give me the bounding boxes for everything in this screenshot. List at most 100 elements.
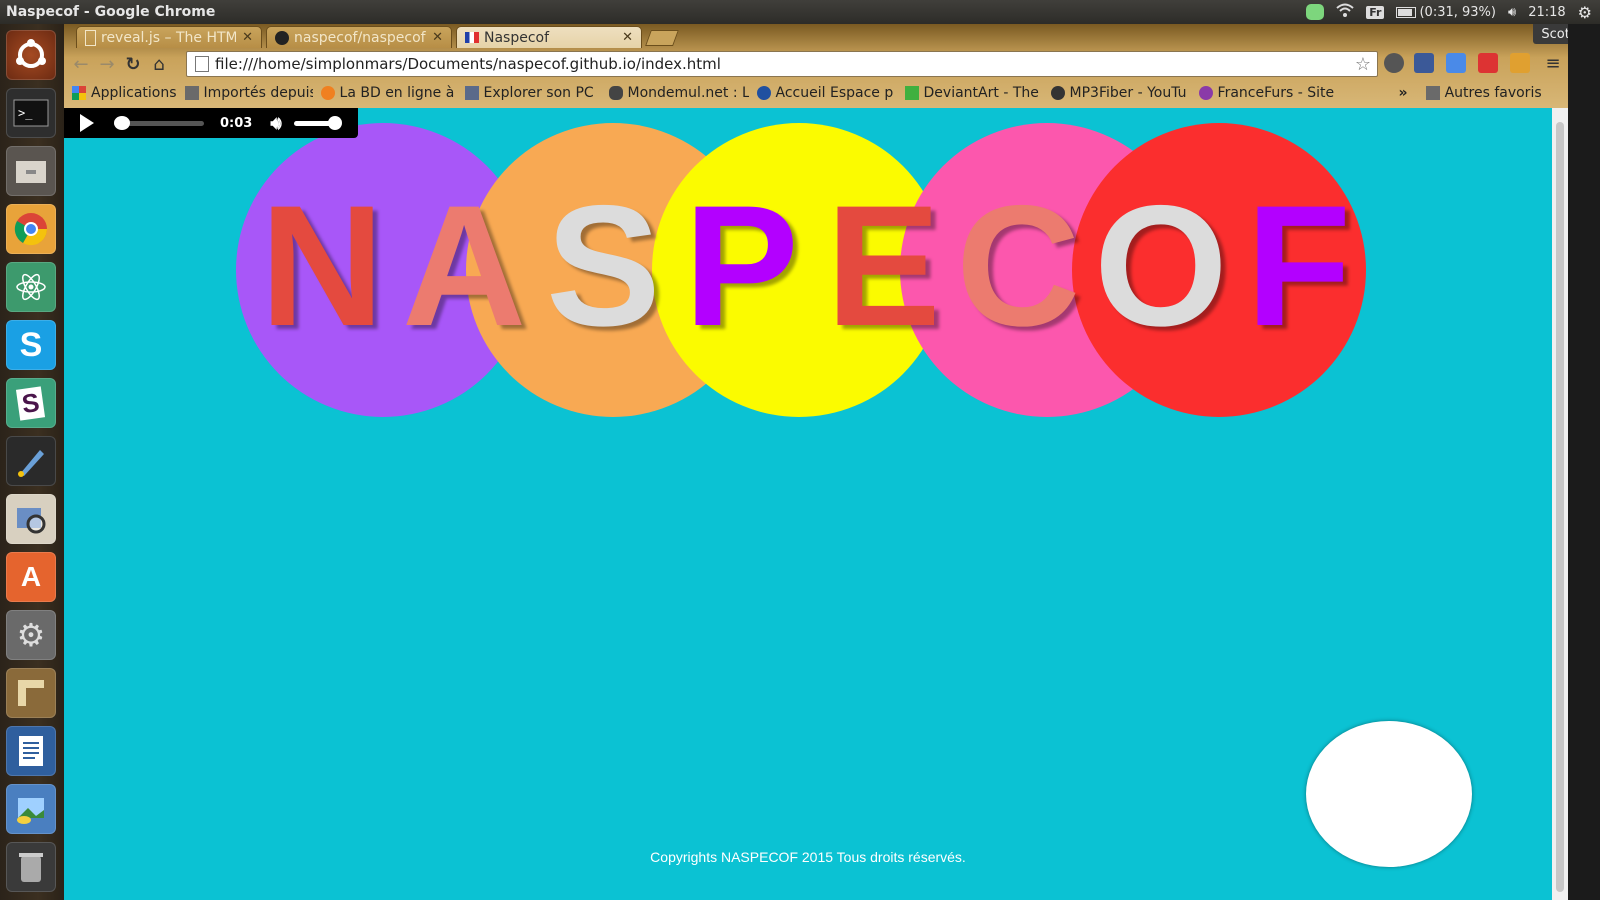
folder-icon [1425, 86, 1440, 100]
inkscape-icon[interactable] [6, 436, 56, 486]
system-settings-icon[interactable]: ⚙ [6, 610, 56, 660]
terminal-icon[interactable]: >_ [6, 88, 56, 138]
battery-icon [1396, 6, 1417, 18]
reload-icon[interactable]: ↻ [120, 51, 146, 77]
bookmark-mp3fiber[interactable]: MP3Fiber - YouTu [1050, 85, 1191, 101]
volume-icon[interactable]: 🔊︎ [270, 113, 281, 134]
tab-strip: reveal.js – The HTML ✕ naspecof/naspecof… [64, 24, 1600, 48]
gamepad-icon [608, 86, 623, 100]
ubuntu-dash-icon[interactable] [6, 30, 56, 80]
window-title: Naspecof - Google Chrome [6, 4, 216, 20]
image-viewer-icon[interactable] [6, 494, 56, 544]
browser-toolbar: ← → ↻ ⌂ file:///home/simplonmars/Documen… [64, 48, 1600, 80]
unity-launcher: >_ S S A ⚙ [0, 24, 64, 900]
extension-facebook-icon[interactable] [1414, 53, 1434, 73]
skype-icon[interactable]: S [6, 320, 56, 370]
image-editor-icon[interactable] [6, 784, 56, 834]
bookmark-francefurs[interactable]: FranceFurs - Site [1198, 85, 1339, 101]
bookmark-deviantart[interactable]: DeviantArt - The [904, 85, 1043, 101]
bookmark-label: Applications [91, 85, 177, 101]
volume-handle[interactable] [327, 115, 342, 130]
keyboard-layout-indicator[interactable]: Fr [1366, 5, 1385, 19]
clock[interactable]: 21:18 [1528, 5, 1565, 20]
bookmark-label: La BD en ligne à [339, 85, 455, 101]
chat-status-icon[interactable] [1306, 4, 1325, 20]
tab-label: Naspecof [484, 29, 550, 46]
battery-status: (0:31, 93%) [1419, 4, 1496, 20]
battery-indicator[interactable]: (0:31, 93%) [1396, 5, 1496, 20]
floating-white-bubble[interactable] [1306, 721, 1472, 867]
github-icon [275, 30, 289, 45]
close-tab-icon[interactable]: ✕ [432, 30, 443, 45]
trash-icon[interactable] [6, 842, 56, 892]
home-icon[interactable]: ⌂ [146, 51, 172, 77]
bd-site-icon [320, 86, 335, 100]
bookmark-accueil-espace[interactable]: Accueil Espace p [756, 85, 897, 101]
bookmark-folder-imported[interactable]: Importés depuis [184, 85, 313, 101]
logo-letter: F [1246, 170, 1352, 362]
logo-letter: C [956, 170, 1081, 362]
bookmark-label: Explorer son PC [483, 85, 594, 101]
presentation-app-icon[interactable] [6, 668, 56, 718]
files-icon[interactable] [6, 146, 56, 196]
atom-editor-icon[interactable] [6, 262, 56, 312]
bookmark-label: Accueil Espace p [775, 85, 894, 101]
new-tab-button[interactable] [645, 30, 679, 46]
document-icon [85, 29, 96, 46]
svg-text:>_: >_ [18, 106, 33, 120]
system-gear-icon[interactable]: ⚙ [1578, 3, 1592, 22]
volume-icon[interactable]: 🔊︎ [1508, 5, 1516, 20]
extension-gmail-icon[interactable] [1478, 53, 1498, 73]
logo-letter: S [546, 170, 661, 362]
address-bar[interactable]: file:///home/simplonmars/Documents/naspe… [186, 51, 1378, 77]
apps-grid-icon [72, 86, 86, 100]
play-icon[interactable] [80, 114, 94, 132]
scrollbar-thumb[interactable] [1556, 122, 1564, 892]
forward-arrow-icon[interactable]: → [94, 51, 120, 77]
page-scrollbar[interactable] [1552, 108, 1568, 900]
software-center-icon[interactable]: A [6, 552, 56, 602]
bookmark-folder-other[interactable]: Autres favoris [1425, 85, 1542, 101]
system-top-panel: Naspecof - Google Chrome Fr (0:31, 93%) … [0, 0, 1600, 24]
footer-copyright: Copyrights NASPECOF 2015 Tous droits rés… [650, 849, 966, 865]
slack-icon[interactable]: S [6, 378, 56, 428]
bookmark-label: Autres favoris [1444, 85, 1542, 101]
player-time: 0:03 [220, 115, 253, 131]
tab-label: naspecof/naspecof [294, 29, 426, 46]
tab-revealjs[interactable]: reveal.js – The HTML ✕ [76, 26, 262, 48]
back-arrow-icon[interactable]: ← [68, 51, 94, 77]
writer-document-icon[interactable] [6, 726, 56, 776]
bookmark-explorer-pc[interactable]: Explorer son PC [464, 85, 601, 101]
menu-icon[interactable]: ≡ [1540, 50, 1566, 76]
extension-ghostery-icon[interactable] [1384, 53, 1404, 73]
chrome-icon[interactable] [6, 204, 56, 254]
logo-letter: O [1094, 170, 1228, 362]
logo-letter: E [826, 170, 941, 362]
seek-slider[interactable] [114, 115, 204, 130]
tab-github-naspecof[interactable]: naspecof/naspecof ✕ [266, 26, 452, 48]
tab-naspecof[interactable]: Naspecof ✕ [456, 26, 642, 48]
bookmark-label: FranceFurs - Site [1217, 85, 1335, 101]
close-tab-icon[interactable]: ✕ [622, 30, 633, 45]
deviantart-icon [904, 86, 919, 100]
bookmark-label: MP3Fiber - YouTu [1069, 85, 1187, 101]
audio-player: 0:03 🔊︎ [64, 108, 358, 138]
seek-handle[interactable] [114, 115, 130, 130]
close-tab-icon[interactable]: ✕ [242, 30, 253, 45]
bookmark-star-icon[interactable]: ☆ [1355, 54, 1371, 75]
bookmark-label: Mondemul.net : L [627, 85, 749, 101]
bookmark-applications[interactable]: Applications [72, 85, 177, 101]
wifi-icon[interactable] [1336, 3, 1354, 21]
french-flag-icon [465, 32, 479, 43]
extension-flag-icon[interactable] [1510, 53, 1530, 73]
extension-translate-icon[interactable] [1446, 53, 1466, 73]
page-icon [195, 56, 209, 72]
indicator-area: Fr (0:31, 93%) 🔊︎ 21:18 ⚙ [1306, 3, 1600, 22]
bookmark-label: Importés depuis [203, 85, 313, 101]
volume-slider[interactable] [293, 115, 342, 130]
bookmark-mondemul[interactable]: Mondemul.net : L [608, 85, 749, 101]
page-viewport: 0:03 🔊︎ NASPECOF Copyrights NASPECOF 201… [64, 108, 1552, 900]
bookmarks-overflow-button[interactable]: » [1399, 85, 1408, 101]
bookmark-bd-en-ligne[interactable]: La BD en ligne à [320, 85, 457, 101]
bookmark-label: DeviantArt - The [923, 85, 1039, 101]
